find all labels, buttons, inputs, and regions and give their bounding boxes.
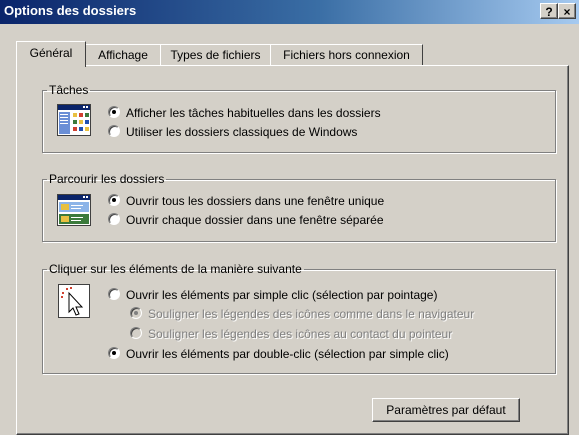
folder-window-icon: [57, 194, 91, 226]
radio-label[interactable]: Ouvrir tous les dossiers dans une fenêtr…: [126, 193, 384, 209]
title-bar[interactable]: Options des dossiers ? ×: [0, 0, 579, 24]
radio-label[interactable]: Ouvrir chaque dossier dans une fenêtre s…: [126, 212, 384, 228]
radio-label[interactable]: Souligner les légendes des icônes comme …: [148, 306, 474, 322]
radio-button[interactable]: [108, 288, 120, 300]
tab-affichage[interactable]: Affichage: [85, 44, 161, 66]
close-button[interactable]: ×: [558, 3, 576, 19]
group-taches-legend: Tâches: [49, 83, 89, 97]
tasks-window-icon: [57, 104, 91, 136]
radio-label[interactable]: Utiliser les dossiers classiques de Wind…: [126, 124, 357, 140]
radio-label[interactable]: Ouvrir les éléments par simple clic (sél…: [126, 287, 437, 303]
radio-button[interactable]: [130, 307, 142, 319]
group-parcourir-legend: Parcourir les dossiers: [49, 172, 165, 186]
group-cliquer-legend: Cliquer sur les éléments de la manière s…: [49, 262, 302, 276]
radio-button[interactable]: [108, 194, 120, 206]
radio-label[interactable]: Afficher les tâches habituelles dans les…: [126, 105, 381, 121]
radio-label[interactable]: Souligner les légendes des icônes au con…: [148, 326, 452, 342]
window-title: Options des dossiers: [4, 3, 137, 18]
radio-label[interactable]: Ouvrir les éléments par double-clic (sél…: [126, 346, 449, 362]
radio-button[interactable]: [108, 125, 120, 137]
tab-fichiers-hors-connexion[interactable]: Fichiers hors connexion: [270, 44, 423, 66]
radio-button[interactable]: [108, 347, 120, 359]
click-cursor-icon: [58, 284, 90, 318]
radio-button[interactable]: [108, 213, 120, 225]
help-button[interactable]: ?: [540, 3, 558, 19]
radio-button[interactable]: [130, 327, 142, 339]
radio-button[interactable]: [108, 106, 120, 118]
tab-general[interactable]: Général: [16, 41, 86, 67]
tab-types-de-fichiers[interactable]: Types de fichiers: [160, 44, 271, 66]
folder-options-window: Options des dossiers ? × Général Afficha…: [0, 0, 579, 435]
restore-defaults-button[interactable]: Paramètres par défaut: [372, 398, 520, 422]
